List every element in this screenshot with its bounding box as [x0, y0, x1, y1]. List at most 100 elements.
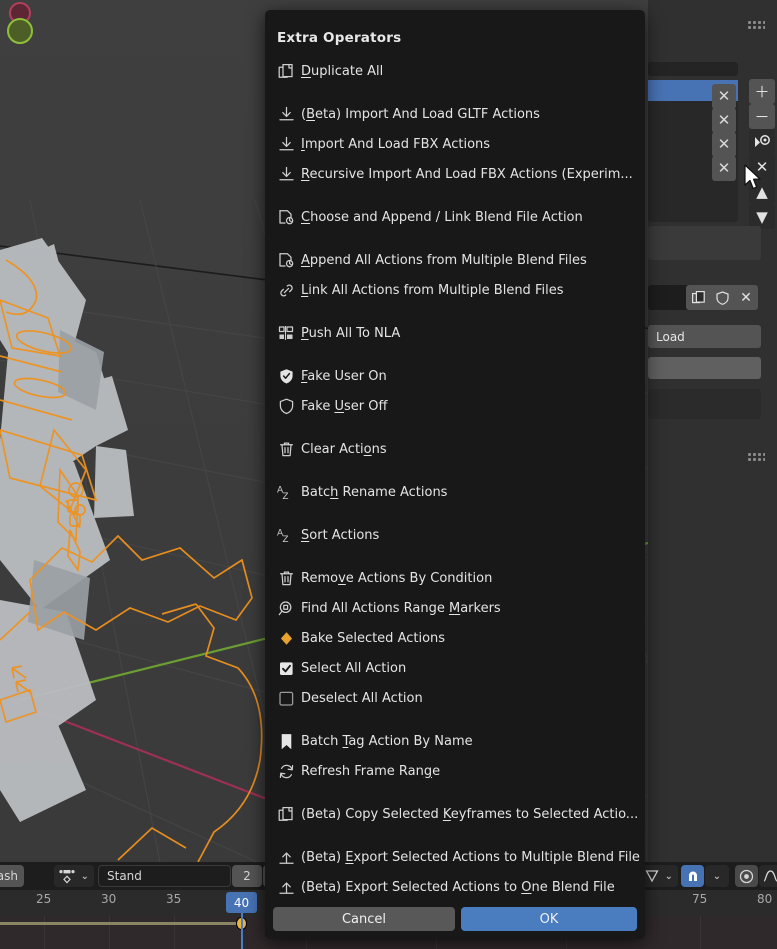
eye-filter-icon[interactable] [749, 129, 775, 154]
ok-button[interactable]: OK [461, 907, 637, 931]
find-marker-icon [273, 598, 299, 618]
menu-item[interactable]: Refresh Frame Range [273, 759, 637, 783]
duplicate-icon [273, 804, 299, 824]
duplicate-icon[interactable] [686, 285, 710, 310]
mouse-pointer-icon [744, 164, 762, 192]
navigation-gizmo[interactable] [0, 0, 42, 48]
drag-dots-icon[interactable] [747, 452, 765, 463]
menu-item-label: Recursive Import And Load FBX Actions (E… [301, 167, 633, 182]
panel-dark-box[interactable] [648, 389, 761, 419]
action-user-count[interactable]: 2 [232, 865, 262, 887]
truncated-editor-button[interactable]: ash [0, 865, 24, 887]
shield-outline-icon [273, 396, 299, 416]
close-x-icon[interactable]: ✕ [712, 156, 736, 181]
blender-window: ✕ ✕ ✕ ✕ ＋ － ✕ ▲ ▼ [0, 0, 777, 949]
panel-value-bar[interactable] [648, 357, 761, 379]
magnet-snap-toggle[interactable] [681, 865, 704, 887]
export-upload-icon-glyph [278, 849, 295, 866]
duplicate-icon-glyph [278, 806, 295, 823]
action-datablock-dropdown[interactable]: ⌄ [54, 865, 94, 887]
refresh-icon-glyph [278, 763, 295, 780]
menu-item-label: (Beta) Export Selected Actions to One Bl… [301, 880, 615, 895]
extra-operators-menu[interactable]: Extra Operators Duplicate All(Beta) Impo… [265, 10, 645, 939]
menu-item[interactable]: Clear Actions [273, 437, 637, 461]
timeline-tick: 75 [692, 892, 707, 906]
auto-key-toggle[interactable] [735, 865, 758, 887]
proportional-falloff-dropdown[interactable]: ⌄ [640, 865, 678, 887]
menu-item[interactable]: (Beta) Export Selected Actions to One Bl… [273, 875, 637, 899]
menu-item-label: Import And Load FBX Actions [301, 137, 490, 152]
nla-strip-icon [273, 323, 299, 343]
svg-text:Z: Z [282, 492, 288, 501]
menu-item[interactable]: Find All Actions Range Markers [273, 596, 637, 620]
menu-item-label: Fake User On [301, 369, 387, 384]
cancel-button[interactable]: Cancel [273, 907, 455, 931]
find-marker-icon-glyph [278, 600, 295, 617]
keyframe-diamond-icon [273, 628, 299, 648]
current-frame-indicator[interactable]: 40 [226, 892, 257, 913]
keyframe-diamond-icon-glyph [278, 630, 295, 647]
menu-item[interactable]: Fake User Off [273, 394, 637, 418]
menu-item[interactable]: Recursive Import And Load FBX Actions (E… [273, 162, 637, 186]
append-link-file-icon [273, 207, 299, 227]
shield-filled-icon [273, 366, 299, 386]
menu-item[interactable]: Link All Actions from Multiple Blend Fil… [273, 278, 637, 302]
import-download-icon-glyph [278, 106, 295, 123]
import-download-icon-glyph [278, 136, 295, 153]
curve-shape-button[interactable] [759, 865, 777, 887]
minus-icon[interactable]: － [749, 104, 775, 129]
menu-item[interactable]: (Beta) Export Selected Actions to Multip… [273, 845, 637, 869]
keyframe-channel-bar [0, 922, 246, 925]
shield-glyph [716, 291, 729, 305]
bookmark-icon [273, 731, 299, 751]
drag-dots-icon[interactable] [747, 20, 765, 31]
menu-item[interactable]: Batch Tag Action By Name [273, 729, 637, 753]
timeline-tick: 30 [101, 892, 116, 906]
trash-icon-glyph [278, 441, 295, 458]
menu-item-label: Push All To NLA [301, 326, 400, 341]
menu-item[interactable]: Duplicate All [273, 59, 637, 83]
menu-item[interactable]: AZSort Actions [273, 523, 637, 547]
trash-icon-glyph [278, 570, 295, 587]
menu-item[interactable]: Import And Load FBX Actions [273, 132, 637, 156]
append-link-file-icon-glyph [278, 252, 295, 269]
sort-az-icon: AZ [273, 482, 299, 502]
menu-item[interactable]: Choose and Append / Link Blend File Acti… [273, 205, 637, 229]
menu-item[interactable]: (Beta) Import And Load GLTF Actions [273, 102, 637, 126]
append-link-file-icon-glyph [278, 209, 295, 226]
close-x-icon[interactable]: ✕ [712, 108, 736, 133]
menu-item[interactable]: Select All Action [273, 656, 637, 680]
checkbox-empty-icon-glyph [278, 690, 295, 707]
close-x-icon[interactable]: ✕ [734, 285, 758, 310]
timeline-tick: 25 [36, 892, 51, 906]
menu-item-label: Clear Actions [301, 442, 387, 457]
menu-item-label: Link All Actions from Multiple Blend Fil… [301, 283, 563, 298]
properties-side-panel[interactable]: ✕ ✕ ✕ ✕ ＋ － ✕ ▲ ▼ [648, 0, 777, 862]
chevron-down-icon: ⌄ [713, 871, 721, 882]
timeline-tick: 80 [757, 892, 772, 906]
import-download-icon-glyph [278, 166, 295, 183]
shield-outline-icon[interactable] [710, 285, 734, 310]
svg-text:Z: Z [282, 535, 288, 544]
load-button[interactable]: Load [648, 325, 761, 348]
menu-item[interactable]: (Beta) Copy Selected Keyframes to Select… [273, 802, 637, 826]
menu-item[interactable]: Deselect All Action [273, 686, 637, 710]
menu-item-label: Sort Actions [301, 528, 379, 543]
magnet-icon [686, 869, 700, 884]
export-upload-icon [273, 847, 299, 867]
menu-item[interactable]: Bake Selected Actions [273, 626, 637, 650]
trash-icon [273, 568, 299, 588]
menu-item[interactable]: Push All To NLA [273, 321, 637, 345]
plus-icon[interactable]: ＋ [749, 79, 775, 104]
shield-filled-icon-glyph [278, 368, 295, 385]
duplicate-glyph [692, 291, 705, 305]
menu-item[interactable]: Append All Actions from Multiple Blend F… [273, 248, 637, 272]
action-name-field[interactable]: Stand [98, 865, 231, 887]
close-x-icon[interactable]: ✕ [712, 132, 736, 157]
close-x-icon[interactable]: ✕ [712, 84, 736, 109]
menu-item[interactable]: AZBatch Rename Actions [273, 480, 637, 504]
menu-item[interactable]: Remove Actions By Condition [273, 566, 637, 590]
menu-item[interactable]: Fake User On [273, 364, 637, 388]
snap-mode-dropdown[interactable]: ⌄ [705, 865, 729, 887]
trash-icon [273, 439, 299, 459]
